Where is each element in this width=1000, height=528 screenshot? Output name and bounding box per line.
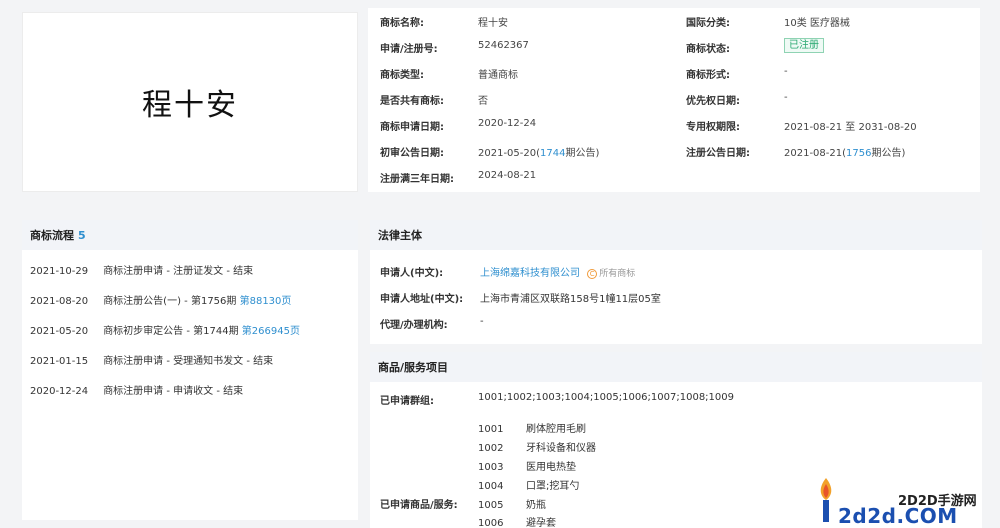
intl-class-value: 10类 医疗器械 [784,18,850,29]
type-label: 商标类型: [380,70,424,81]
site-watermark: 2D2D手游网 2d2d.COM [812,476,998,528]
goods-name: 刷体腔用毛刷 [526,424,586,435]
goods-items-label: 已申请商品/服务: [380,500,458,511]
flow-header: 商标流程 5 [22,220,358,250]
flow-date: 2021-10-29 [30,266,89,277]
flow-date: 2021-08-20 [30,296,89,307]
legal-title: 法律主体 [378,229,422,242]
goods-item: 1002 牙科设备和仪器 [478,439,596,454]
all-trademarks-link[interactable]: C 所有商标 [587,268,636,279]
flow-item: 2021-05-20 商标初步审定公告 - 第1744期 第266945页 [30,322,300,337]
flow-text: 商标注册申请 - 注册证发文 - 结束 [103,266,254,277]
groups-value: 1001;1002;1003;1004;1005;1006;1007;1008;… [478,392,734,403]
flow-item: 2021-10-29 商标注册申请 - 注册证发文 - 结束 [30,262,253,277]
flow-item: 2021-08-20 商标注册公告(一) - 第1756期 第88130页 [30,292,291,307]
regno-value: 52462367 [478,40,529,51]
trademark-image: 程十安 [22,12,358,192]
goods-code: 1004 [478,481,504,492]
prelim-suffix: 期公告) [565,148,600,159]
flow-page-link[interactable]: 第88130页 [240,296,292,307]
exclusive-label: 专用权期限: [686,122,740,133]
goods-code: 1003 [478,462,504,473]
flow-text: 商标注册申请 - 受理通知书发文 - 结束 [103,356,274,367]
goods-code: 1001 [478,424,504,435]
goods-item: 1003 医用电热垫 [478,458,576,473]
copyright-icon: C [587,268,598,279]
status-value: 已注册 [784,38,824,53]
prelim-date: 2021-05-20 [478,148,537,159]
intl-class-label: 国际分类: [686,18,730,29]
type-value: 普通商标 [478,70,518,81]
flow-item: 2020-12-24 商标注册申请 - 申请收文 - 结束 [30,382,243,397]
trademark-flow-panel: 商标流程 5 2021-10-29 商标注册申请 - 注册证发文 - 结束 20… [22,220,358,520]
exclusive-value: 2021-08-21 至 2031-08-20 [784,122,917,133]
all-trademarks-label: 所有商标 [599,269,636,279]
flow-title: 商标流程 [30,229,74,242]
legal-header: 法律主体 [370,220,982,250]
torch-logo-icon [820,478,832,522]
goods-code: 1005 [478,500,504,511]
flow-count: 5 [78,228,86,242]
goods-item: 1004 口罩;挖耳勺 [478,477,579,492]
goods-name: 避孕套 [526,518,556,528]
expire-value: 2024-08-21 [478,170,537,181]
form-label: 商标形式: [686,70,730,81]
goods-name: 医用电热垫 [526,462,576,473]
shared-label: 是否共有商标: [380,96,444,107]
goods-item: 1005 奶瓶 [478,496,546,511]
groups-label: 已申请群组: [380,396,434,407]
status-badge: 已注册 [784,38,824,53]
flow-date: 2021-01-15 [30,356,89,367]
prelim-issue-link[interactable]: 1744 [540,148,565,159]
priority-value: - [784,92,788,103]
applicant-link[interactable]: 上海绵嘉科技有限公司 [480,268,580,279]
watermark-domain: 2d2d.COM [838,504,958,528]
reg-notice-suffix: 期公告) [871,148,906,159]
goods-name: 奶瓶 [526,500,546,511]
legal-entity-panel: 法律主体 申请人(中文): 上海绵嘉科技有限公司 C 所有商标 申请人地址(中文)… [370,220,982,344]
agent-value: - [480,316,484,327]
agent-label: 代理/办理机构: [380,320,448,331]
expire-label: 注册满三年日期: [380,174,454,185]
goods-name: 口罩;挖耳勺 [526,481,580,492]
goods-title: 商品/服务项目 [378,361,449,374]
applicant-value: 上海绵嘉科技有限公司 C 所有商标 [480,264,635,279]
flow-text: 商标注册申请 - 申请收文 - 结束 [103,386,244,397]
flow-text: 商标初步审定公告 - 第1744期 [103,326,239,337]
goods-code: 1006 [478,518,504,528]
reg-notice-issue-link[interactable]: 1756 [846,148,871,159]
prelim-value: 2021-05-20(1744期公告) [478,148,600,159]
flow-date: 2021-05-20 [30,326,89,337]
goods-code: 1002 [478,443,504,454]
applicant-label: 申请人(中文): [380,268,444,279]
address-value: 上海市青浦区双联路158号1幢11层05室 [480,294,661,305]
address-label: 申请人地址(中文): [380,294,464,305]
goods-item: 1001 刷体腔用毛刷 [478,420,586,435]
shared-value: 否 [478,96,488,107]
name-value: 程十安 [478,18,508,29]
flow-date: 2020-12-24 [30,386,89,397]
reg-notice-date: 2021-08-21 [784,148,843,159]
name-label: 商标名称: [380,18,424,29]
goods-header: 商品/服务项目 [370,352,982,382]
goods-name: 牙科设备和仪器 [526,443,596,454]
status-label: 商标状态: [686,44,730,55]
form-value: - [784,66,788,77]
apply-date-label: 商标申请日期: [380,122,444,133]
prelim-label: 初审公告日期: [380,148,444,159]
flow-page-link[interactable]: 第266945页 [242,326,300,337]
trademark-text: 程十安 [142,88,238,123]
reg-notice-value: 2021-08-21(1756期公告) [784,148,906,159]
reg-notice-label: 注册公告日期: [686,148,750,159]
regno-label: 申请/注册号: [380,44,438,55]
goods-item: 1006 避孕套 [478,514,556,528]
priority-label: 优先权日期: [686,96,740,107]
flow-text: 商标注册公告(一) - 第1756期 [103,296,237,307]
apply-date-value: 2020-12-24 [478,118,537,129]
trademark-info-panel: 商标名称: 程十安 申请/注册号: 52462367 商标类型: 普通商标 是否… [368,8,980,192]
flow-item: 2021-01-15 商标注册申请 - 受理通知书发文 - 结束 [30,352,273,367]
